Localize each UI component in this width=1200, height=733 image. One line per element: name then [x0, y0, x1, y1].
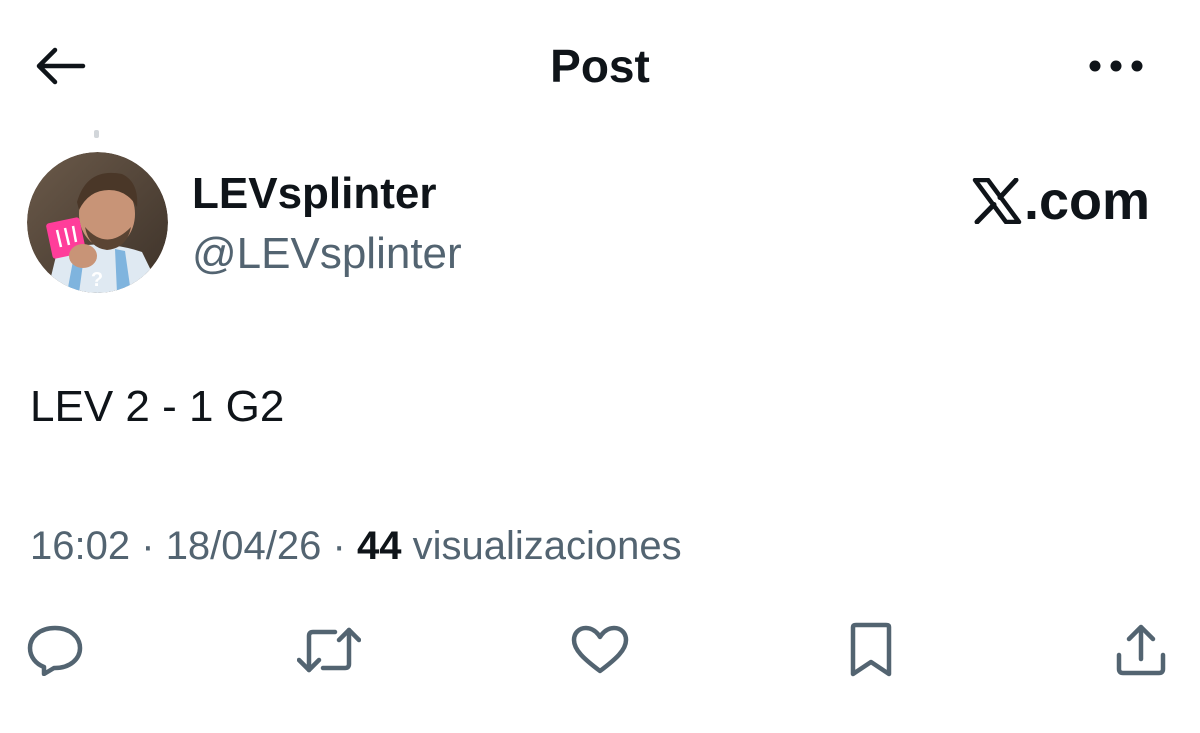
views-count: 44: [356, 524, 402, 568]
share-button[interactable]: [1106, 620, 1176, 680]
bookmark-button[interactable]: [836, 620, 906, 680]
action-bar: [0, 610, 1200, 690]
reply-icon: [26, 624, 84, 676]
post-header: Post: [0, 0, 1200, 130]
author-name[interactable]: LEVsplinter: [192, 166, 437, 222]
share-icon: [1114, 623, 1168, 677]
avatar[interactable]: ?: [27, 152, 168, 293]
more-options-button[interactable]: [1080, 40, 1152, 92]
like-button[interactable]: [565, 620, 635, 680]
post-date[interactable]: 18/04/26: [166, 524, 322, 568]
repost-button[interactable]: [294, 620, 364, 680]
scroll-indicator: [94, 130, 99, 138]
post-metadata: 16:02 · 18/04/26 · 44 visualizaciones: [30, 518, 682, 574]
post-text: LEV 2 - 1 G2: [30, 382, 285, 431]
repost-icon: [297, 626, 361, 674]
page-title: Post: [550, 40, 650, 92]
post-time[interactable]: 16:02: [30, 524, 130, 568]
svg-text:?: ?: [91, 269, 103, 291]
meta-separator: ·: [332, 524, 346, 568]
brand-watermark: .com: [972, 170, 1150, 232]
x-logo-icon: [972, 178, 1024, 224]
bookmark-icon: [848, 622, 894, 678]
heart-icon: [570, 625, 630, 675]
arrow-left-icon: [33, 46, 87, 86]
meta-separator: ·: [141, 524, 155, 568]
back-button[interactable]: [30, 40, 90, 92]
author-handle[interactable]: @LEVsplinter: [192, 226, 462, 282]
reply-button[interactable]: [20, 620, 90, 680]
more-horizontal-icon: [1088, 59, 1144, 73]
brand-domain-text: .com: [1023, 171, 1150, 231]
views-label: visualizaciones: [412, 524, 682, 568]
